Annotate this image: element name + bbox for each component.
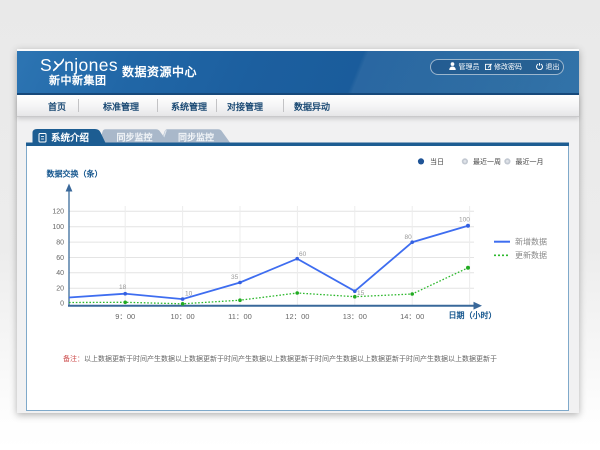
svg-text:15: 15 [357,290,365,297]
svg-text:80: 80 [405,234,413,241]
svg-text:100: 100 [52,224,64,231]
svg-text:20: 20 [56,286,64,293]
svg-text:35: 35 [231,274,239,281]
svg-text:100: 100 [459,217,470,224]
svg-text:10: 10 [185,291,193,298]
svg-text:同步监控: 同步监控 [116,132,152,143]
svg-text:新增数据: 新增数据 [515,237,547,247]
svg-text:0: 0 [60,301,64,308]
svg-text:60: 60 [299,251,307,258]
svg-text:120: 120 [52,209,64,216]
svg-text:18: 18 [119,284,127,291]
svg-text:系统介绍: 系统介绍 [51,132,89,144]
svg-text:9：00: 9：00 [115,312,135,321]
svg-text:40: 40 [56,270,64,277]
svg-text:60: 60 [56,255,64,262]
svg-text:数据交换（条）: 数据交换（条） [47,169,103,179]
svg-text:14：00: 14：00 [400,312,424,321]
svg-text:日期（小时）: 日期（小时） [449,310,497,320]
svg-text:12：00: 12：00 [285,312,309,321]
svg-text:当日: 当日 [430,157,444,166]
svg-text:最近一月: 最近一月 [516,157,544,166]
svg-text:80: 80 [56,240,64,247]
svg-text:同步监控: 同步监控 [178,132,214,143]
svg-text:最近一周: 最近一周 [473,157,501,166]
svg-text:13：00: 13：00 [343,312,367,321]
svg-text:11：00: 11：00 [228,312,252,321]
svg-text:10：00: 10：00 [171,312,195,321]
svg-text:更新数据: 更新数据 [515,250,547,260]
